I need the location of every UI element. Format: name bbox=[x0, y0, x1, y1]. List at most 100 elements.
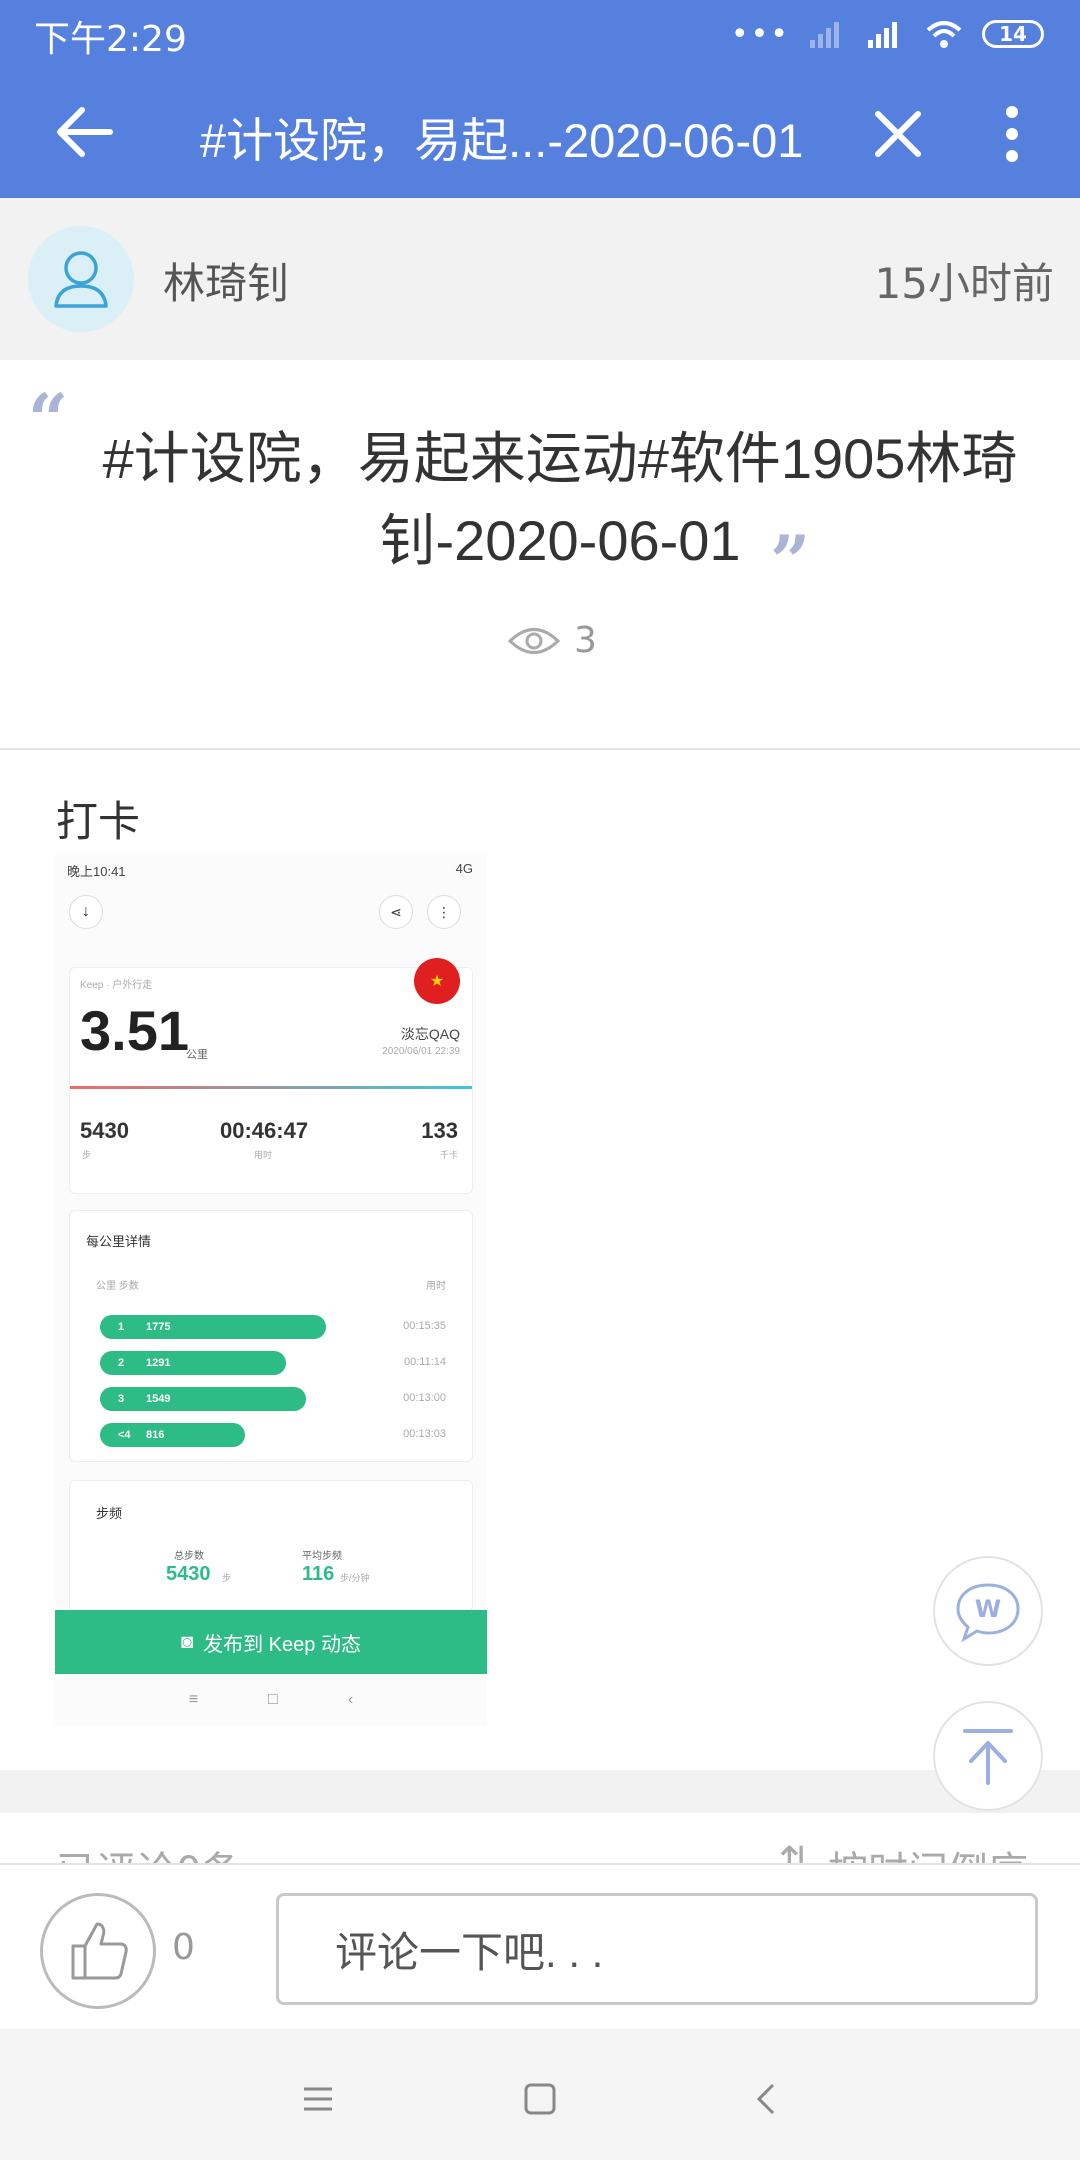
dots-icon: ••• bbox=[730, 16, 790, 52]
screenshot-km-col2: 用时 bbox=[426, 1281, 446, 1292]
svg-text:W: W bbox=[975, 1595, 1001, 1623]
screenshot-km-row: 3 1549 bbox=[100, 1387, 306, 1411]
battery-level: 14 bbox=[999, 22, 1027, 46]
arrow-up-icon bbox=[963, 1729, 1013, 1785]
screenshot-steps-label: 步 bbox=[82, 1150, 92, 1160]
app-bar: #计设院，易起...-2020-06-01 bbox=[0, 66, 1080, 198]
screenshot-km-steps: 1775 bbox=[146, 1321, 171, 1333]
screenshot-summary-card: Keep · 户外行走 ★ 3.51 公里 淡忘QAQ 2020/06/01 2… bbox=[69, 958, 473, 1194]
author-name[interactable]: 林琦钊 bbox=[163, 250, 289, 311]
sort-order-button[interactable]: ⇅ 按时间倒序 bbox=[778, 1839, 1028, 1863]
battery-icon: 14 bbox=[982, 20, 1044, 48]
home-square-icon bbox=[524, 2083, 556, 2115]
screenshot-km-title: 每公里详情 bbox=[86, 1234, 152, 1249]
status-icons: ••• 14 bbox=[731, 14, 1044, 54]
page-title: #计设院，易起...-2020-06-01 bbox=[200, 114, 804, 167]
close-icon bbox=[875, 111, 921, 157]
screenshot-km-time: 00:11:14 bbox=[403, 1356, 446, 1368]
screenshot-km-row: 2 1291 bbox=[100, 1351, 286, 1375]
post-time: 15小时前 bbox=[874, 259, 1054, 308]
screenshot-km-index: 2 bbox=[118, 1357, 125, 1369]
screenshot-total-steps: 5430 bbox=[166, 1563, 211, 1585]
like-count: 0 bbox=[172, 1927, 195, 1968]
screenshot-km-time: 00:13:03 bbox=[403, 1428, 446, 1440]
screenshot-duration: 00:46:47 bbox=[220, 1118, 309, 1143]
comments-header: 已评论0条 ⇅ 按时间倒序 bbox=[0, 1813, 1080, 1863]
user-icon bbox=[54, 251, 108, 308]
content-card: 打卡 晚上10:41 4G ↓ ⋖ ⋮ Keep · 户外行走 ★ 3.51 公… bbox=[0, 750, 1080, 1770]
screenshot-avg-cadence-unit: 步/分钟 bbox=[340, 1573, 370, 1583]
screenshot-avg-cadence: 116 bbox=[302, 1563, 335, 1585]
signal-off-icon bbox=[810, 22, 839, 48]
weibo-share-button[interactable]: W bbox=[933, 1556, 1043, 1666]
screenshot-km-index: 1 bbox=[118, 1321, 125, 1333]
thumbs-up-icon bbox=[71, 1922, 128, 1980]
title-card: “ #计设院，易起来运动#软件1905林琦钊-2020-06-01 ” 3 bbox=[0, 360, 1080, 750]
attached-screenshot[interactable]: 晚上10:41 4G ↓ ⋖ ⋮ Keep · 户外行走 ★ 3.51 公里 淡… bbox=[55, 855, 487, 1725]
arrow-left-icon bbox=[57, 107, 113, 157]
quote-close-icon: ” bbox=[770, 520, 811, 603]
screenshot-avg-cadence-label: 平均步频 bbox=[302, 1551, 342, 1562]
screenshot-cadence-card: 步频 总步数 5430 步 平均步频 116 步/分钟 bbox=[69, 1480, 473, 1612]
screenshot-calories-label: 千卡 bbox=[439, 1150, 458, 1160]
screenshot-home-icon: □ bbox=[268, 1690, 278, 1708]
camera-icon: ◙ bbox=[181, 1630, 194, 1653]
screenshot-km-time: 00:15:35 bbox=[403, 1320, 446, 1332]
signal-icon bbox=[868, 22, 897, 48]
screenshot-km-col1: 公里 步数 bbox=[96, 1281, 139, 1292]
screenshot-steps: 5430 bbox=[80, 1118, 129, 1143]
screenshot-status-network: 4G bbox=[455, 861, 473, 876]
comments-count: 已评论0条 bbox=[56, 1839, 241, 1863]
screenshot-download-icon: ↓ bbox=[69, 895, 103, 929]
screenshot-nav-bar: ≡ □ ‹ bbox=[55, 1674, 487, 1725]
view-count-value: 3 bbox=[574, 620, 597, 661]
screenshot-total-steps-unit: 步 bbox=[222, 1573, 232, 1583]
screenshot-duration-label: 用时 bbox=[254, 1150, 273, 1160]
post-content-text: 打卡 bbox=[56, 797, 141, 846]
more-button[interactable] bbox=[990, 102, 1034, 166]
screenshot-status-bar: 晚上10:41 4G bbox=[55, 855, 487, 883]
screenshot-pace-line bbox=[70, 1086, 472, 1089]
china-flag-badge: ★ bbox=[414, 958, 460, 1004]
screenshot-share-icon: ⋖ bbox=[379, 895, 413, 929]
chat-bubble-icon: W bbox=[956, 1583, 1020, 1643]
close-button[interactable] bbox=[868, 104, 928, 164]
comment-input[interactable]: 评论一下吧. . . bbox=[276, 1893, 1038, 2005]
sort-order-label: 按时间倒序 bbox=[828, 1839, 1028, 1863]
avatar[interactable] bbox=[28, 226, 134, 332]
screenshot-distance: 3.51 bbox=[80, 999, 189, 1062]
screenshot-user: 淡忘QAQ bbox=[400, 1026, 460, 1042]
like-button[interactable] bbox=[40, 1893, 156, 2009]
eye-icon bbox=[508, 627, 560, 654]
system-nav-bar bbox=[0, 2029, 1080, 2160]
author-row: 林琦钊 15小时前 bbox=[0, 198, 1080, 360]
screenshot-distance-unit: 公里 bbox=[186, 1049, 208, 1061]
nav-menu-button[interactable] bbox=[288, 2069, 348, 2129]
bottom-action-bar: 0 评论一下吧. . . bbox=[0, 1863, 1080, 2031]
status-time: 下午2:29 bbox=[34, 19, 187, 60]
screenshot-menu-icon: ≡ bbox=[188, 1690, 199, 1708]
more-vertical-icon bbox=[1006, 106, 1018, 162]
screenshot-publish-button: ◙ 发布到 Keep 动态 bbox=[55, 1610, 487, 1674]
nav-home-button[interactable] bbox=[510, 2069, 570, 2129]
screenshot-calories: 133 bbox=[421, 1118, 458, 1143]
chevron-left-icon bbox=[756, 2083, 775, 2115]
screenshot-datetime: 2020/06/01 22:39 bbox=[382, 1046, 460, 1057]
screenshot-publish-label: 发布到 Keep 动态 bbox=[203, 1633, 361, 1656]
screenshot-cadence-title: 步频 bbox=[96, 1506, 123, 1521]
screenshot-status-time: 晚上10:41 bbox=[67, 864, 126, 879]
scroll-top-button[interactable] bbox=[933, 1701, 1043, 1811]
view-count: 3 bbox=[508, 620, 597, 661]
comment-placeholder: 评论一下吧. . . bbox=[335, 1928, 604, 1976]
screenshot-km-index: <4 bbox=[118, 1429, 131, 1441]
quote-open-icon: “ bbox=[28, 378, 69, 461]
back-button[interactable] bbox=[50, 102, 120, 162]
wifi-icon bbox=[926, 21, 962, 48]
screenshot-km-card: 每公里详情 公里 步数 用时 1 1775 00:15:35 2 1291 00:11:1… bbox=[69, 1210, 473, 1462]
screenshot-total-steps-label: 总步数 bbox=[174, 1551, 204, 1562]
screenshot-km-row: <4 816 bbox=[100, 1423, 245, 1447]
screenshot-app-source: Keep · 户外行走 bbox=[80, 980, 153, 991]
nav-back-button[interactable] bbox=[737, 2069, 797, 2129]
post-title: #计设院，易起来运动#软件1905林琦钊-2020-06-01 bbox=[102, 427, 1018, 572]
screenshot-km-row: 1 1775 bbox=[100, 1315, 326, 1339]
